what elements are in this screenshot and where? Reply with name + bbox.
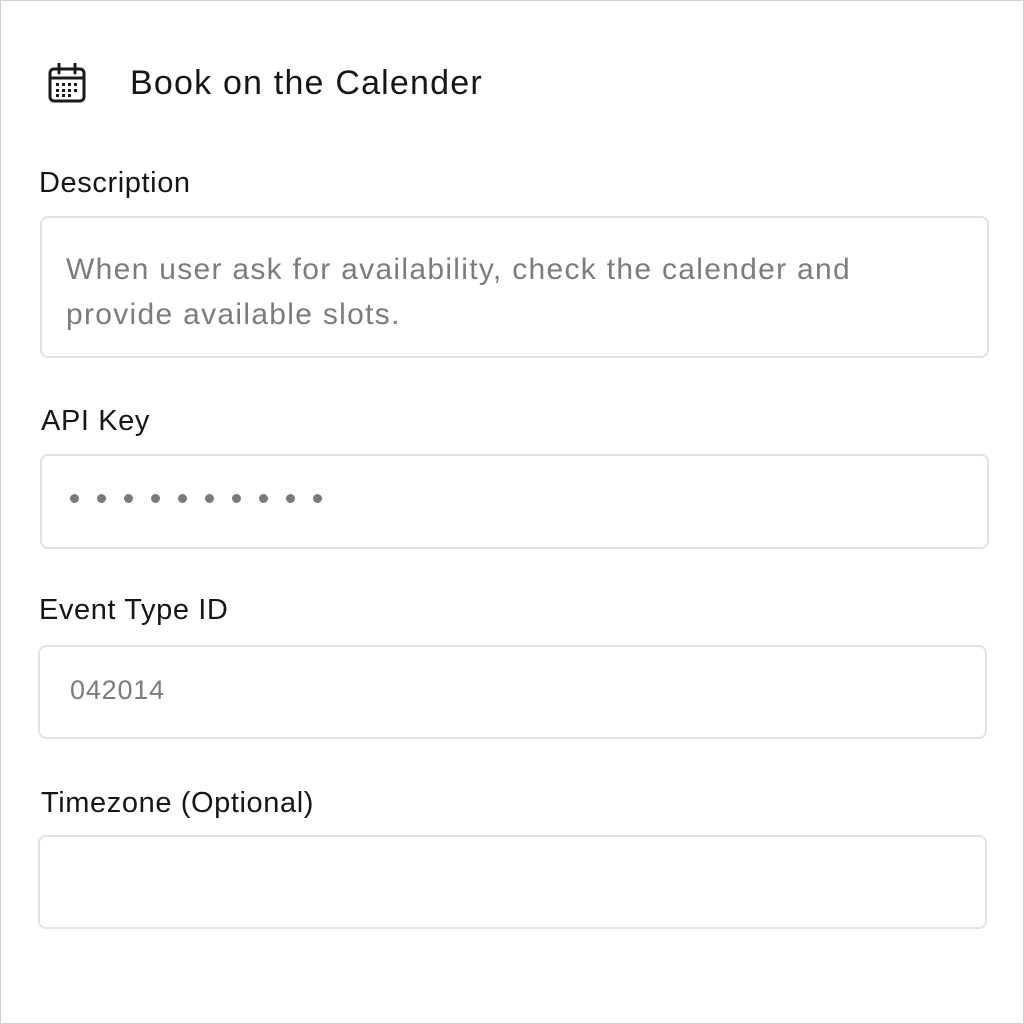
mask-dot	[205, 494, 214, 503]
event-type-id-value: 042014	[70, 675, 165, 705]
mask-dot	[286, 494, 295, 503]
description-label: Description	[39, 167, 191, 199]
api-key-masked-value	[70, 494, 322, 503]
timezone-label: Timezone (Optional)	[41, 787, 315, 819]
mask-dot	[313, 494, 322, 503]
mask-dot	[259, 494, 268, 503]
panel-title: Book on the Calender	[130, 63, 483, 102]
timezone-field[interactable]	[38, 835, 987, 929]
event-type-id-field[interactable]: 042014	[38, 645, 987, 739]
description-field[interactable]: When user ask for availability, check th…	[40, 216, 989, 358]
api-key-field[interactable]	[40, 454, 989, 549]
calendar-icon	[48, 62, 86, 103]
mask-dot	[124, 494, 133, 503]
mask-dot	[178, 494, 187, 503]
mask-dot	[97, 494, 106, 503]
mask-dot	[70, 494, 79, 503]
mask-dot	[151, 494, 160, 503]
book-calendar-panel: Book on the Calender Description When us…	[0, 0, 1024, 1024]
mask-dot	[232, 494, 241, 503]
event-type-id-label: Event Type ID	[39, 594, 229, 626]
description-text: When user ask for availability, check th…	[66, 253, 852, 331]
panel-header: Book on the Calender	[48, 61, 483, 105]
api-key-label: API Key	[41, 405, 150, 437]
